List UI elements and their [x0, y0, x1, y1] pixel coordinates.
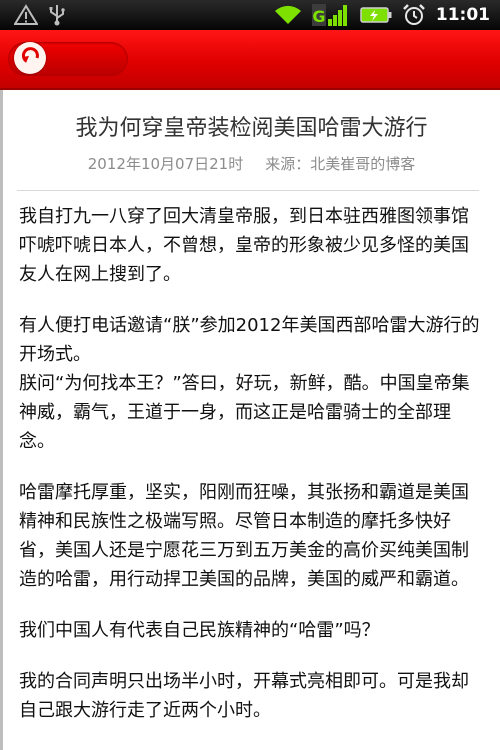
warning-icon: [14, 4, 38, 26]
top-toolbar: [0, 30, 500, 90]
paragraph: 我自打九一八穿了回大清皇帝服，到日本驻西雅图领事馆吓唬吓唬日本人，不曾想，皇帝的…: [19, 206, 469, 285]
paragraph: 我们中国人有代表自己民族精神的“哈雷”吗？: [19, 620, 380, 641]
network-type-label: G: [312, 7, 325, 26]
wifi-icon: [274, 4, 302, 26]
alarm-icon: [402, 3, 426, 27]
paragraph: 哈雷摩托厚重，坚实，阳刚而狂噪，其张扬和霸道是美国精神和民族性之极端写照。尽管日…: [19, 482, 469, 590]
paragraph: 我的合同声明只出场半小时，开幕式亮相即可。可是我却自己跟大游行走了近两个小时。: [19, 671, 469, 721]
back-button[interactable]: [14, 42, 46, 74]
article-source: 来源：北美崔哥的博客: [265, 155, 416, 173]
paragraph: 有人便打电话邀请“朕”参加2012年美国西部哈雷大游行的开场式。: [19, 315, 480, 365]
status-bar: G 11:01: [0, 0, 500, 30]
article-panel: 我为何穿皇帝装检阅美国哈雷大游行 2012年10月07日21时 来源：北美崔哥的博…: [0, 90, 500, 750]
back-arrow-icon: [18, 44, 42, 72]
article-title: 我为何穿皇帝装检阅美国哈雷大游行: [75, 116, 428, 141]
article-meta: 2012年10月07日21时 来源：北美崔哥的博客: [3, 153, 500, 174]
title-divider: [17, 190, 479, 191]
article-date: 2012年10月07日21时: [87, 155, 244, 173]
usb-icon: [48, 4, 66, 26]
article-body: 我自打九一八穿了回大清皇帝服，到日本驻西雅图领事馆吓唬吓唬日本人，不曾想，皇帝的…: [19, 202, 481, 747]
clock: 11:01: [435, 5, 490, 25]
paragraph: 朕问“为何找本王？”答曰，好玩，新鲜，酷。中国皇帝集神威，霸气，王道于一身，而这…: [19, 373, 470, 452]
battery-icon: [360, 6, 392, 24]
signal-icon: G: [311, 3, 350, 27]
